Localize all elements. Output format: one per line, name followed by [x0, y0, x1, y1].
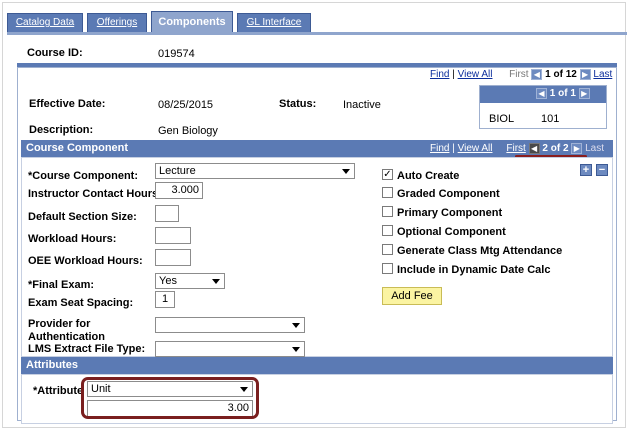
annotation-highlight-box: [81, 377, 259, 419]
dynamic-date-calc-label: Include in Dynamic Date Calc: [397, 264, 551, 276]
effective-date-label: Effective Date:: [29, 98, 106, 110]
subject-grid-range: 1 of 1: [549, 88, 576, 100]
course-component-select[interactable]: Lecture: [155, 163, 355, 179]
next-arrow-icon[interactable]: ▶: [578, 88, 590, 99]
view-all-link[interactable]: View All: [458, 69, 493, 80]
optional-component-label: Optional Component: [397, 226, 506, 238]
description-label: Description:: [29, 124, 94, 136]
status-label: Status:: [279, 98, 317, 110]
optional-component-checkbox[interactable]: [382, 225, 393, 236]
chevron-down-icon: [292, 347, 300, 352]
row-range: 2 of 2: [542, 143, 569, 155]
tab-offerings[interactable]: Offerings: [87, 13, 147, 33]
chevron-down-icon: [342, 169, 350, 174]
component-navigation: Find | View All First ◀ 2 of 2 ▶ Last: [430, 143, 604, 154]
top-navigation: Find | View All First ◀ 1 of 12 ▶ Last: [430, 69, 612, 80]
auto-create-label: Auto Create: [397, 170, 460, 182]
attributes-header: Attributes: [21, 357, 613, 374]
select-value: Lecture: [159, 165, 196, 177]
default-section-label: Default Section Size:: [28, 211, 137, 223]
course-id-label: Course ID:: [27, 47, 83, 59]
effective-date-value: 08/25/2015: [158, 99, 214, 111]
graded-component-label: Graded Component: [397, 188, 500, 200]
tab-label: Components: [158, 16, 226, 28]
delete-row-icon[interactable]: −: [596, 164, 608, 176]
find-link[interactable]: Find: [430, 143, 449, 154]
default-section-input[interactable]: [155, 205, 179, 222]
first-label: First: [509, 69, 529, 81]
workload-hours-label: Workload Hours:: [28, 233, 117, 245]
nav-separator: |: [452, 143, 455, 155]
tab-label: GL Interface: [246, 17, 302, 28]
provider-label-line2: Authentication: [28, 331, 105, 343]
next-arrow-icon[interactable]: ▶: [579, 69, 591, 80]
instructor-hours-label: Instructor Contact Hours:: [28, 188, 162, 200]
view-all-link[interactable]: View All: [458, 143, 493, 154]
lms-file-type-label: LMS Extract File Type:: [28, 343, 146, 355]
provider-label: Provider for: [28, 318, 91, 330]
dynamic-date-calc-checkbox[interactable]: [382, 263, 393, 274]
first-link[interactable]: First: [506, 143, 525, 154]
chevron-down-icon: [292, 323, 300, 328]
nav-separator: |: [452, 69, 455, 81]
subject-grid-nav: ◀ 1 of 1 ▶: [536, 88, 590, 99]
next-arrow-icon[interactable]: ▶: [571, 143, 583, 154]
generate-attendance-label: Generate Class Mtg Attendance: [397, 245, 563, 257]
tab-label: Offerings: [96, 17, 138, 28]
select-value: Yes: [159, 275, 177, 287]
course-id-value: 019574: [158, 48, 195, 60]
instructor-hours-input[interactable]: 3.000: [155, 182, 203, 199]
description-value: Gen Biology: [158, 125, 218, 137]
provider-select[interactable]: [155, 317, 305, 333]
find-link[interactable]: Find: [430, 69, 449, 80]
primary-component-checkbox[interactable]: [382, 206, 393, 217]
section-title: Attributes: [26, 359, 78, 371]
attribute-label: *Attribute: [33, 385, 84, 397]
oee-hours-label: OEE Workload Hours:: [28, 255, 143, 267]
graded-component-checkbox[interactable]: [382, 187, 393, 198]
previous-arrow-icon[interactable]: ◀: [536, 88, 547, 99]
exam-seat-label: Exam Seat Spacing:: [28, 297, 134, 309]
primary-component-label: Primary Component: [397, 207, 503, 219]
tab-label: Catalog Data: [15, 17, 75, 28]
oee-hours-input[interactable]: [155, 249, 191, 266]
add-row-icon[interactable]: +: [580, 164, 592, 176]
page-frame: Catalog Data Offerings Components GL Int…: [2, 2, 627, 428]
chevron-down-icon: [212, 279, 220, 284]
section-title: Course Component: [26, 142, 129, 154]
catalog-number-value: 101: [541, 113, 560, 125]
exam-seat-input[interactable]: 1: [155, 291, 175, 308]
tab-strip-border: [7, 32, 627, 35]
row-range: 1 of 12: [545, 69, 577, 81]
generate-attendance-checkbox[interactable]: [382, 244, 393, 255]
tab-components[interactable]: Components: [151, 11, 233, 33]
status-value: Inactive: [343, 99, 381, 111]
auto-create-checkbox[interactable]: ✓: [382, 169, 393, 180]
final-exam-select[interactable]: Yes: [155, 273, 225, 289]
tab-catalog-data[interactable]: Catalog Data: [7, 13, 83, 33]
subject-value: BIOL: [489, 113, 515, 125]
final-exam-label: *Final Exam:: [28, 279, 95, 291]
tab-gl-interface[interactable]: GL Interface: [237, 13, 311, 33]
workload-hours-input[interactable]: [155, 227, 191, 244]
previous-arrow-icon[interactable]: ◀: [528, 143, 540, 154]
course-component-label: *Course Component:: [28, 170, 138, 182]
add-fee-button[interactable]: Add Fee: [382, 287, 442, 305]
last-label: Last: [585, 143, 604, 155]
last-link[interactable]: Last: [593, 69, 612, 80]
previous-arrow-icon[interactable]: ◀: [531, 69, 543, 80]
lms-file-type-select[interactable]: [155, 341, 305, 357]
